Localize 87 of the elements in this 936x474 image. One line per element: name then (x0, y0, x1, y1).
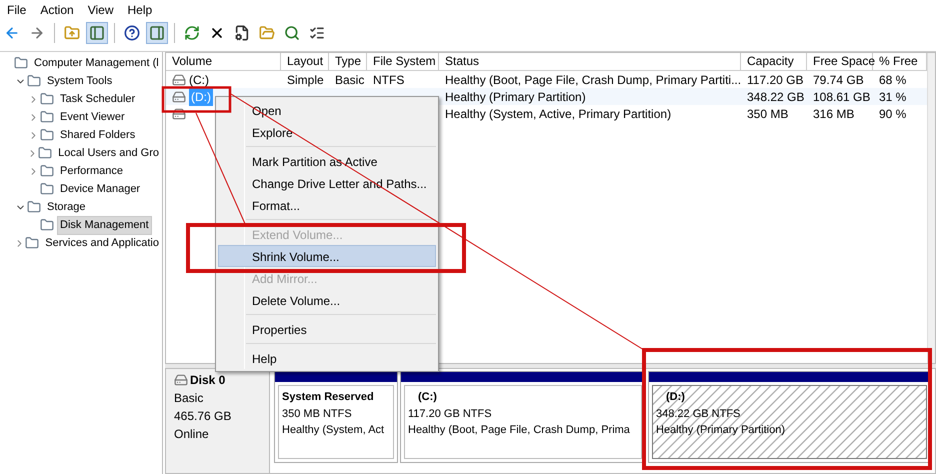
context-menu-item[interactable]: Help (218, 347, 436, 369)
menu-item[interactable]: File (6, 1, 28, 19)
panel-icon (149, 25, 165, 41)
tree-item[interactable]: Local Users and Gro (55, 144, 162, 162)
column-header[interactable]: Capacity (741, 53, 807, 70)
table-cell-text: 108.61 GB (813, 88, 870, 106)
partition-detail: 350 MB NTFS (282, 406, 353, 422)
column-header[interactable]: Status (439, 53, 741, 70)
table-cell-text: Healthy (Primary Partition) (445, 88, 586, 106)
table-cell-text: 90 % (879, 106, 906, 122)
context-menu-item[interactable]: Delete Volume... (218, 289, 436, 311)
disk-name: Disk 0 (190, 372, 226, 389)
scrollbar[interactable] (927, 53, 935, 363)
tree-node-icon (40, 218, 54, 232)
partition-status: Healthy (System, Act (282, 423, 386, 438)
table-cell-text: 31 % (879, 88, 906, 106)
table-cell-text: Basic (335, 72, 364, 88)
partition-area[interactable]: (C:) 117.20 GB NTFS Healthy (Boot, Page File, Crash Dump, Prima (404, 385, 642, 459)
drive-icon (172, 106, 186, 120)
table-cell-text: NTFS (373, 72, 404, 88)
tree-node-icon (40, 128, 54, 142)
tree-item[interactable]: Shared Folders (57, 126, 138, 144)
drive-icon (172, 72, 186, 86)
column-header[interactable]: Layout (281, 53, 329, 70)
tree-node-icon (40, 92, 54, 106)
column-header[interactable]: Free Space (807, 53, 873, 70)
menu-item[interactable]: Help (126, 1, 154, 19)
tree-item[interactable]: System Tools (44, 72, 116, 90)
tree-node-icon (40, 182, 54, 196)
tree-item[interactable]: Event Viewer (57, 108, 128, 126)
partition-area[interactable]: System Reserved 350 MB NTFS Healthy (System, Act (278, 385, 394, 459)
tree-node-icon (27, 74, 41, 88)
column-header[interactable]: Type (329, 53, 367, 70)
tree-item[interactable]: Disk Management (57, 216, 152, 234)
menu-item[interactable]: Action (39, 1, 75, 19)
drive-icon (172, 90, 186, 104)
tree-node-icon (14, 56, 28, 70)
help-icon (124, 25, 140, 41)
tree-item[interactable]: Computer Management (l (31, 54, 162, 72)
partition-detail: 348.22 GB NTFS (656, 406, 742, 422)
table-cell-text: Healthy (System, Active, Primary Partition) (445, 106, 672, 122)
tree-item[interactable]: Performance (57, 162, 126, 180)
table-cell-text: 316 MB (813, 106, 854, 122)
context-menu-item[interactable]: Shrink Volume... (218, 245, 436, 267)
back-icon (4, 25, 20, 41)
table-cell-text: 350 MB (747, 106, 788, 122)
menu-item[interactable]: View (86, 1, 114, 19)
tree-item[interactable]: Storage (44, 198, 89, 216)
folder-icon (259, 25, 275, 41)
context-menu-item[interactable]: Mark Partition as Active (218, 150, 436, 172)
partition-detail: 117.20 GB NTFS (408, 406, 493, 422)
context-menu-item[interactable]: Explore (218, 121, 436, 143)
column-header[interactable]: File System (367, 53, 439, 70)
table-cell[interactable]: (C:) (189, 70, 209, 88)
partition-name: (D:) (665, 390, 686, 405)
tree-item[interactable]: Task Scheduler (57, 90, 138, 108)
tree-node-icon (25, 236, 40, 250)
partition-status: Healthy (Boot, Page File, Crash Dump, Prima (408, 423, 631, 438)
table-cell-text: Simple (287, 72, 324, 88)
refresh-icon (184, 25, 200, 41)
column-header[interactable]: Volume (166, 53, 281, 70)
table-cell-text: 117.20 GB (747, 72, 804, 88)
context-menu-item[interactable]: Format... (218, 194, 436, 216)
table-cell-text: 348.22 GB (747, 88, 804, 106)
properties-icon (234, 25, 250, 41)
tree-node-icon (27, 200, 41, 214)
partition-name: System Reserved (282, 390, 375, 405)
tree-node-icon (38, 146, 52, 160)
panel-icon (89, 25, 105, 41)
tree-node-icon (40, 110, 54, 124)
table-cell-text: 79.74 GB (813, 72, 864, 88)
forward-icon (29, 25, 45, 41)
table-cell-text: 68 % (879, 72, 906, 88)
tree-item[interactable]: Services and Applicatio (42, 234, 162, 252)
table-cell-text: Healthy (Boot, Page File, Crash Dump, Primary Partiti... (445, 72, 742, 88)
highlight-frame (162, 86, 232, 113)
partition-status: Healthy (Primary Partition) (656, 423, 786, 438)
disk-size: 465.76 GB (174, 408, 232, 425)
partition-area[interactable]: (D:) 348.22 GB NTFS Healthy (Primary Partition) (652, 385, 927, 459)
tree-item[interactable]: Device Manager (57, 180, 144, 198)
partition-name: (C:) (417, 390, 438, 405)
disk-type: Basic (174, 390, 204, 407)
disk-status: Online (174, 426, 210, 443)
tree-node-icon (40, 164, 54, 178)
context-menu-item[interactable]: Properties (218, 318, 436, 340)
search-icon (284, 25, 300, 41)
folder-up-icon (64, 25, 80, 41)
